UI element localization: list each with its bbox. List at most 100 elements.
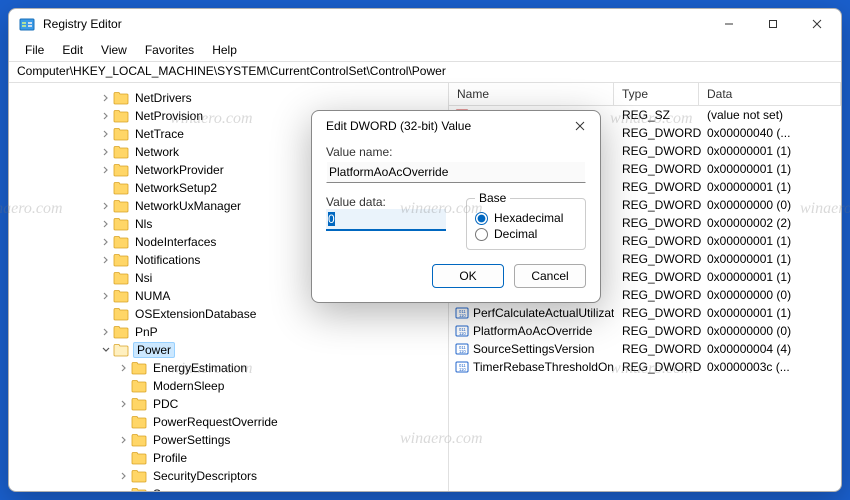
chevron-right-icon[interactable]	[99, 112, 113, 120]
value-type: REG_DWORD	[614, 144, 699, 158]
tree-item-label: EnergyEstimation	[151, 361, 249, 375]
tree-item-label: NetDrivers	[133, 91, 194, 105]
tree-item-powerrequestoverride[interactable]: PowerRequestOverride	[9, 413, 448, 431]
value-data: (value not set)	[699, 108, 841, 122]
tree-item-label: PnP	[133, 325, 160, 339]
folder-icon	[131, 415, 147, 429]
radio-hex-label: Hexadecimal	[494, 211, 563, 225]
value-row[interactable]: 011110PerfCalculateActualUtilizationREG_…	[449, 304, 841, 322]
base-label: Base	[475, 191, 510, 205]
radio-hex[interactable]	[475, 212, 488, 225]
value-name-field[interactable]: PlatformAoAcOverride	[326, 161, 586, 183]
menu-favorites[interactable]: Favorites	[137, 41, 202, 59]
col-type-header[interactable]: Type	[614, 83, 699, 105]
tree-item-pdc[interactable]: PDC	[9, 395, 448, 413]
value-row[interactable]: 011110SourceSettingsVersionREG_DWORD0x00…	[449, 340, 841, 358]
chevron-right-icon[interactable]	[99, 238, 113, 246]
chevron-right-icon[interactable]	[117, 364, 131, 372]
value-data: 0x00000000 (0)	[699, 324, 841, 338]
value-type: REG_DWORD	[614, 342, 699, 356]
address-bar[interactable]: Computer\HKEY_LOCAL_MACHINE\SYSTEM\Curre…	[9, 61, 841, 83]
folder-icon	[113, 217, 129, 231]
binary-value-icon: 011110	[455, 306, 469, 320]
minimize-button[interactable]	[707, 10, 751, 38]
svg-text:110: 110	[459, 367, 466, 372]
col-data-header[interactable]: Data	[699, 83, 841, 105]
folder-icon	[113, 91, 129, 105]
tree-item-label: Nsi	[133, 271, 154, 285]
tree-item-label: Network	[133, 145, 181, 159]
tree-item-profile[interactable]: Profile	[9, 449, 448, 467]
tree-item-netdrivers[interactable]: NetDrivers	[9, 89, 448, 107]
value-data: 0x00000001 (1)	[699, 252, 841, 266]
menu-view[interactable]: View	[93, 41, 135, 59]
folder-icon	[131, 451, 147, 465]
value-type: REG_DWORD	[614, 162, 699, 176]
value-name: SourceSettingsVersion	[473, 342, 594, 356]
tree-item-powersettings[interactable]: PowerSettings	[9, 431, 448, 449]
chevron-right-icon[interactable]	[99, 130, 113, 138]
tree-item-label: NodeInterfaces	[133, 235, 218, 249]
dialog-close-button[interactable]	[566, 114, 594, 138]
menu-help[interactable]: Help	[204, 41, 245, 59]
radio-dec[interactable]	[475, 228, 488, 241]
chevron-right-icon[interactable]	[99, 256, 113, 264]
chevron-right-icon[interactable]	[99, 202, 113, 210]
binary-value-icon: 011110	[455, 324, 469, 338]
value-type: REG_DWORD	[614, 234, 699, 248]
value-type: REG_SZ	[614, 108, 699, 122]
chevron-right-icon[interactable]	[99, 328, 113, 336]
value-data-label: Value data:	[326, 195, 446, 209]
chevron-right-icon[interactable]	[117, 472, 131, 480]
value-row[interactable]: 011110PlatformAoAcOverrideREG_DWORD0x000…	[449, 322, 841, 340]
value-data-input[interactable]	[326, 209, 446, 231]
tree-item-power[interactable]: Power	[9, 341, 448, 359]
close-button[interactable]	[795, 10, 839, 38]
list-header: Name Type Data	[449, 83, 841, 106]
folder-icon	[131, 487, 147, 491]
tree-item-pnp[interactable]: PnP	[9, 323, 448, 341]
chevron-right-icon[interactable]	[117, 436, 131, 444]
folder-icon	[113, 253, 129, 267]
chevron-right-icon[interactable]	[99, 94, 113, 102]
tree-item-label: Sync	[151, 487, 182, 491]
chevron-right-icon[interactable]	[99, 148, 113, 156]
tree-item-securitydescriptors[interactable]: SecurityDescriptors	[9, 467, 448, 485]
tree-item-label: NetTrace	[133, 127, 186, 141]
tree-item-label: NetworkSetup2	[133, 181, 219, 195]
value-data: 0x0000003c (...	[699, 360, 841, 374]
chevron-right-icon[interactable]	[99, 292, 113, 300]
value-type: REG_DWORD	[614, 126, 699, 140]
base-group: Base Hexadecimal Decimal	[466, 191, 586, 250]
col-name-header[interactable]: Name	[449, 83, 614, 105]
cancel-button[interactable]: Cancel	[514, 264, 586, 288]
maximize-button[interactable]	[751, 10, 795, 38]
tree-item-energyestimation[interactable]: EnergyEstimation	[9, 359, 448, 377]
svg-text:110: 110	[459, 349, 466, 354]
folder-icon	[131, 361, 147, 375]
folder-icon	[113, 181, 129, 195]
menu-file[interactable]: File	[17, 41, 52, 59]
chevron-down-icon[interactable]	[99, 346, 113, 354]
folder-icon	[131, 397, 147, 411]
tree-item-modernsleep[interactable]: ModernSleep	[9, 377, 448, 395]
menu-edit[interactable]: Edit	[54, 41, 91, 59]
value-data: 0x00000001 (1)	[699, 270, 841, 284]
chevron-right-icon[interactable]	[99, 166, 113, 174]
tree-item-label: Power	[133, 342, 175, 358]
folder-icon	[113, 163, 129, 177]
chevron-right-icon[interactable]	[99, 220, 113, 228]
svg-text:110: 110	[459, 331, 466, 336]
tree-item-sync[interactable]: Sync	[9, 485, 448, 491]
binary-value-icon: 011110	[455, 342, 469, 356]
value-row[interactable]: 011110TimerRebaseThresholdOnDr...REG_DWO…	[449, 358, 841, 376]
folder-icon	[113, 307, 129, 321]
value-type: REG_DWORD	[614, 360, 699, 374]
ok-button[interactable]: OK	[432, 264, 504, 288]
tree-item-osextensiondatabase[interactable]: OSExtensionDatabase	[9, 305, 448, 323]
folder-icon	[113, 343, 129, 357]
tree-item-label: NetworkProvider	[133, 163, 226, 177]
value-data: 0x00000000 (0)	[699, 198, 841, 212]
chevron-right-icon[interactable]	[117, 400, 131, 408]
value-type: REG_DWORD	[614, 324, 699, 338]
